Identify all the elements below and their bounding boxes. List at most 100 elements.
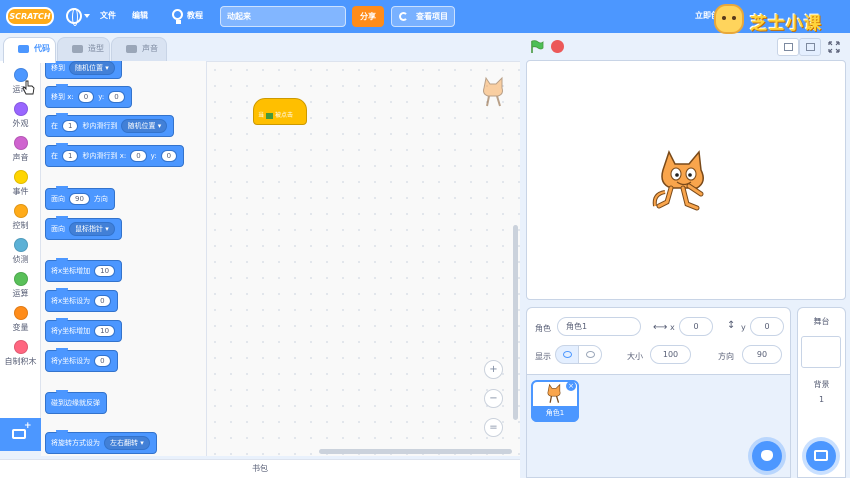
direction-input[interactable]: 90 [742, 345, 782, 364]
stage-thumbnail[interactable] [801, 336, 841, 368]
hide-sprite-button[interactable] [578, 345, 602, 364]
block-input-value[interactable]: 10 [94, 325, 116, 337]
show-sprite-button[interactable] [555, 345, 579, 364]
block-input-secs[interactable]: 1 [62, 120, 79, 132]
tab-code[interactable]: 代码 [3, 37, 56, 63]
category-my-blocks[interactable]: 自制积木 [0, 337, 41, 371]
category-menu: 运动 外观 声音 事件 控制 侦测 运算 变量 自制积木 [0, 61, 41, 418]
block-set-x[interactable]: 将x坐标设为 0 [45, 288, 118, 312]
green-flag-icon[interactable] [530, 40, 544, 53]
add-backdrop-button[interactable] [806, 441, 836, 471]
block-goto-xy[interactable]: 移到 x: 0 y: 0 [45, 84, 132, 108]
mascot-icon [714, 4, 744, 34]
block-text: 在 [51, 122, 58, 130]
tab-code-label: 代码 [34, 44, 50, 53]
block-text: 将y坐标设为 [51, 357, 91, 365]
workspace-horizontal-scrollbar[interactable] [319, 449, 512, 454]
block-dropdown[interactable]: 鼠标指针 [69, 222, 115, 236]
project-title-input[interactable]: 动起来 [220, 6, 346, 27]
tab-sounds[interactable]: 声音 [111, 37, 167, 62]
block-glide-xy[interactable]: 在 1 秒内滑行到 x: 0 y: 0 [45, 143, 185, 167]
block-point-towards[interactable]: 面向 鼠标指针 [45, 216, 122, 240]
stop-icon[interactable] [551, 40, 564, 53]
block-glide-random[interactable]: 在 1 秒内滑行到 随机位置 [45, 113, 175, 137]
x-position-input[interactable]: 0 [679, 317, 713, 336]
y-position-input[interactable]: 0 [750, 317, 784, 336]
small-stage-button[interactable] [777, 38, 799, 56]
see-project-icon [399, 12, 408, 21]
see-project-button[interactable]: 查看项目 [391, 6, 455, 27]
backdrops-count: 1 [818, 395, 825, 404]
category-variables[interactable]: 变量 [0, 303, 41, 337]
block-input-x[interactable]: 0 [77, 91, 95, 103]
block-text: 面向 [51, 195, 65, 203]
block-input-value[interactable]: 10 [94, 265, 116, 277]
category-looks[interactable]: 外观 [0, 99, 41, 133]
tab-costumes[interactable]: 造型 [57, 37, 110, 62]
category-control[interactable]: 控制 [0, 201, 41, 235]
block-change-y[interactable]: 将y坐标增加 10 [45, 318, 123, 342]
category-sound[interactable]: 声音 [0, 133, 41, 167]
see-project-label: 查看项目 [416, 12, 448, 21]
block-text: 将旋转方式设为 [51, 439, 100, 447]
block-point-direction[interactable]: 面向 90 方向 [45, 186, 115, 210]
category-label: 事件 [12, 187, 29, 196]
block-input-direction[interactable]: 90 [69, 193, 90, 205]
size-label: 大小 [627, 352, 643, 361]
cat-sprite-icon[interactable] [649, 146, 713, 218]
zoom-in-button[interactable]: + [484, 360, 503, 379]
block-dropdown[interactable]: 随机位置 [121, 119, 168, 133]
zoom-reset-button[interactable]: = [484, 418, 503, 437]
block-dropdown[interactable]: 随机位置 [69, 61, 115, 75]
block-input-x[interactable]: 0 [130, 150, 147, 162]
add-sprite-button[interactable] [752, 441, 782, 471]
file-menu[interactable]: 文件 [100, 10, 116, 21]
block-input-value[interactable]: 0 [94, 355, 111, 367]
fullscreen-button[interactable] [823, 38, 845, 56]
small-stage-icon [784, 43, 793, 51]
block-text: 秒内滑行到 [82, 122, 118, 130]
tutorials-icon[interactable] [172, 9, 183, 24]
chevron-down-icon[interactable] [84, 14, 90, 18]
brush-icon [72, 45, 83, 53]
category-sensing[interactable]: 侦测 [0, 235, 41, 269]
edit-menu[interactable]: 编辑 [132, 10, 148, 21]
block-input-y[interactable]: 0 [160, 150, 178, 162]
block-input-secs[interactable]: 1 [62, 150, 79, 162]
zoom-out-button[interactable]: − [484, 389, 503, 408]
tab-costumes-label: 造型 [88, 44, 104, 53]
workspace-vertical-scrollbar[interactable] [513, 225, 518, 420]
block-palette: 移到 随机位置 移到 x: 0 y: 0 在 1 秒内滑行到 随机位置 在 1 … [41, 61, 207, 456]
category-events[interactable]: 事件 [0, 167, 41, 201]
delete-sprite-icon[interactable]: × [566, 381, 576, 391]
backpack-bar[interactable]: 书包 [0, 459, 520, 478]
size-input[interactable]: 100 [650, 345, 691, 364]
block-input-value[interactable]: 0 [94, 295, 111, 307]
scratch-logo[interactable]: SCRATCH [6, 7, 54, 26]
block-change-x[interactable]: 将x坐标增加 10 [45, 258, 123, 282]
hand-cursor-icon [22, 80, 35, 95]
block-set-y[interactable]: 将y坐标设为 0 [45, 348, 118, 372]
block-text: 移到 [51, 64, 65, 72]
when-flag-clicked-block[interactable]: 当 被点击 [253, 98, 307, 125]
block-dropdown[interactable]: 左右翻转 [104, 436, 150, 450]
sprite-name-input[interactable]: 角色1 [557, 317, 641, 336]
backdrops-label: 背景 [813, 380, 830, 389]
block-rotation-style[interactable]: 将旋转方式设为 左右翻转 [45, 430, 157, 454]
large-stage-button[interactable] [799, 38, 821, 56]
block-text: 当 [258, 112, 265, 119]
block-input-y[interactable]: 0 [108, 91, 125, 103]
cat-add-icon [761, 450, 773, 461]
block-text: 将x坐标设为 [51, 297, 91, 305]
tutorials-menu[interactable]: 教程 [187, 10, 203, 21]
category-label: 变量 [12, 323, 29, 332]
category-operators[interactable]: 运算 [0, 269, 41, 303]
block-goto-random[interactable]: 移到 随机位置 [45, 61, 122, 79]
share-button[interactable]: 分享 [352, 6, 384, 27]
sound-dot-icon [13, 136, 28, 150]
code-icon [18, 45, 29, 53]
block-bounce[interactable]: 碰到边缘就反弹 [45, 390, 107, 414]
block-text: 秒内滑行到 x: [82, 152, 127, 160]
globe-icon[interactable] [66, 8, 82, 26]
add-extension-button[interactable] [0, 418, 41, 451]
